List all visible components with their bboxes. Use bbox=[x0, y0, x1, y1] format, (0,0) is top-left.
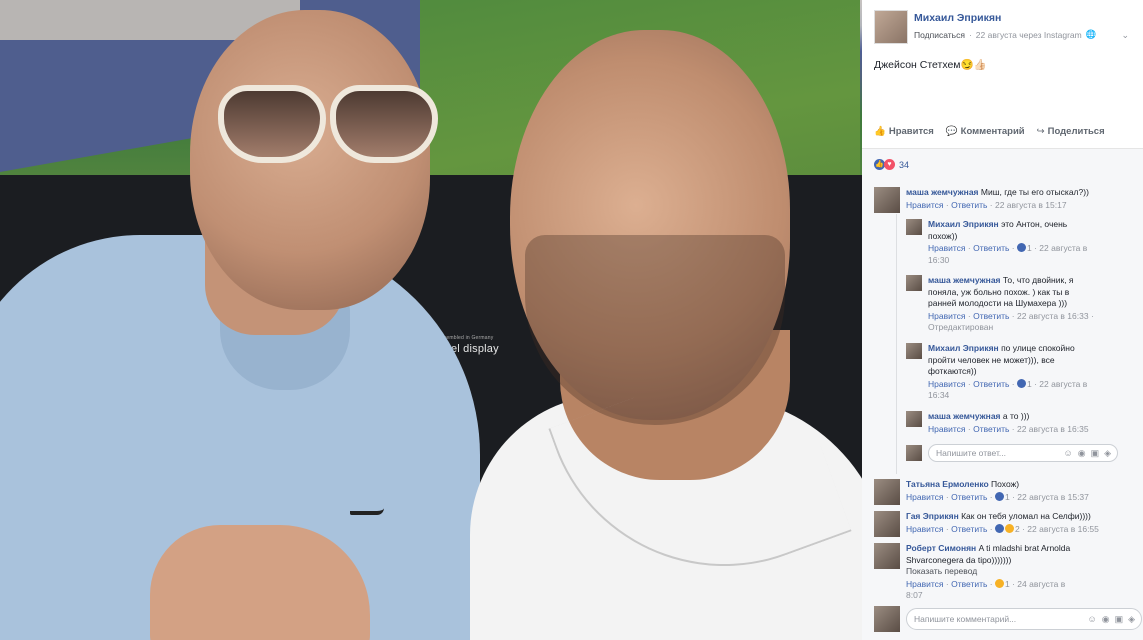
avatar bbox=[906, 445, 922, 461]
post-time[interactable]: 22 августа через Instagram bbox=[976, 30, 1082, 40]
emoji-icon[interactable]: ☺ bbox=[1064, 448, 1073, 459]
avatar[interactable] bbox=[874, 511, 900, 537]
comment-reply-link[interactable]: Ответить bbox=[973, 379, 1009, 389]
sticker-icon[interactable]: ◈ bbox=[1128, 614, 1135, 625]
comment-button[interactable]: 💬 Комментарий bbox=[946, 126, 1025, 137]
comment-author[interactable]: Роберт Симонян bbox=[906, 543, 976, 553]
comment-like-link[interactable]: Нравится bbox=[906, 579, 944, 589]
comment-time[interactable]: 22 августа в 15:17 bbox=[995, 200, 1067, 210]
comment-input[interactable]: Напишите комментарий... ☺ ◉ ▣ ◈ bbox=[906, 608, 1142, 630]
like-button[interactable]: 👍 Нравится bbox=[874, 126, 934, 137]
sunglasses-lens-right bbox=[330, 85, 438, 163]
globe-icon: 🌐 bbox=[1085, 29, 1097, 39]
sunglasses-lens-left bbox=[218, 85, 326, 163]
comment: Татьяна Ермоленко Похож) Нравится · Отве… bbox=[874, 479, 1134, 505]
reply: маша жемчужная а то ))) Нравится · Ответ… bbox=[906, 411, 1106, 435]
reply: Михаил Эприкян это Антон, очень похож)) … bbox=[906, 219, 1096, 266]
comment-author[interactable]: Михаил Эприкян bbox=[928, 343, 999, 353]
shirt-logo bbox=[350, 508, 384, 515]
avatar[interactable] bbox=[906, 219, 922, 235]
comment-author[interactable]: маша жемчужная bbox=[928, 275, 1001, 285]
comment-author[interactable]: Михаил Эприкян bbox=[928, 219, 999, 229]
haha-reaction-icon bbox=[1004, 523, 1014, 533]
comment-text: а то ))) bbox=[1002, 411, 1030, 421]
avatar[interactable] bbox=[874, 543, 900, 569]
comment-author[interactable]: Гая Эприкян bbox=[906, 511, 959, 521]
avatar[interactable] bbox=[906, 411, 922, 427]
sticker-icon[interactable]: ◈ bbox=[1104, 448, 1111, 459]
post-photo[interactable]: assembled in Germany engel display bbox=[0, 0, 862, 640]
author-avatar[interactable] bbox=[874, 10, 908, 44]
thread-line bbox=[896, 214, 897, 474]
love-reaction-icon: ♥ bbox=[884, 159, 895, 170]
comment-like-link[interactable]: Нравится bbox=[928, 311, 966, 321]
comment-like-link[interactable]: Нравится bbox=[906, 492, 944, 502]
post-text: Джейсон Стетхем😏👍🏻 bbox=[874, 59, 987, 71]
post-sidebar: Михаил Эприкян Подписаться · 22 августа … bbox=[862, 0, 1143, 640]
camera-icon[interactable]: ◉ bbox=[1078, 448, 1086, 459]
comment-reply-link[interactable]: Ответить bbox=[973, 243, 1009, 253]
comment-reply-link[interactable]: Ответить bbox=[951, 579, 987, 589]
likes-count: 34 bbox=[899, 159, 910, 170]
reply: маша жемчужная То, что двойник, я поняла… bbox=[906, 275, 1096, 334]
like-reaction-icon bbox=[994, 491, 1004, 501]
comment-like-link[interactable]: Нравится bbox=[906, 200, 944, 210]
like-reaction-icon bbox=[1016, 378, 1026, 388]
share-icon: ↪ bbox=[1036, 126, 1045, 137]
comment-reply-link[interactable]: Ответить bbox=[951, 492, 987, 502]
reply: Михаил Эприкян по улице спокойно пройти … bbox=[906, 343, 1096, 402]
avatar[interactable] bbox=[906, 343, 922, 359]
comment-text: Миш, где ты его отыскал?)) bbox=[980, 187, 1089, 197]
avatar[interactable] bbox=[874, 187, 900, 213]
chevron-down-icon[interactable]: ⌄ bbox=[1121, 30, 1129, 41]
gif-icon[interactable]: ▣ bbox=[1115, 614, 1124, 625]
comment-time[interactable]: 22 августа в 16:33 bbox=[1017, 311, 1089, 321]
comment-text: Похож) bbox=[991, 479, 1020, 489]
translate-link[interactable]: Показать перевод bbox=[906, 566, 1074, 578]
post-header: Михаил Эприкян Подписаться · 22 августа … bbox=[874, 10, 1096, 44]
comment-reply-link[interactable]: Ответить bbox=[951, 524, 987, 534]
comment-author[interactable]: Татьяна Ермоленко bbox=[906, 479, 989, 489]
comment-text: Как он тебя уломал на Селфи)))) bbox=[961, 511, 1091, 521]
edited-label[interactable]: Отредактирован bbox=[928, 322, 993, 332]
comment-icon: 💬 bbox=[945, 126, 958, 137]
reply-composer: Напишите ответ... ☺ ◉ ▣ ◈ bbox=[906, 444, 1118, 462]
comments-section: 👍 ♥ 34 маша жемчужная Миш, где ты его от… bbox=[862, 148, 1143, 640]
avatar bbox=[874, 606, 900, 632]
comment-time[interactable]: 22 августа в 15:37 bbox=[1017, 492, 1089, 502]
comment-like-link[interactable]: Нравится bbox=[928, 243, 966, 253]
comment-like-link[interactable]: Нравится bbox=[928, 379, 966, 389]
avatar[interactable] bbox=[874, 479, 900, 505]
subscribe-link[interactable]: Подписаться bbox=[914, 30, 965, 40]
camera-icon[interactable]: ◉ bbox=[1102, 614, 1110, 625]
like-reaction-icon bbox=[1016, 243, 1026, 252]
comment-reply-link[interactable]: Ответить bbox=[973, 424, 1009, 434]
share-button[interactable]: ↪ Поделиться bbox=[1037, 126, 1105, 137]
comment: маша жемчужная Миш, где ты его отыскал?)… bbox=[874, 187, 1134, 213]
comment-author[interactable]: маша жемчужная bbox=[928, 411, 1001, 421]
sunglasses bbox=[218, 85, 448, 175]
like-reaction-icon bbox=[994, 523, 1004, 533]
emoji-icon[interactable]: ☺ bbox=[1088, 614, 1097, 625]
avatar[interactable] bbox=[906, 275, 922, 291]
post-actions: 👍 Нравится 💬 Комментарий ↪ Поделиться bbox=[874, 126, 1105, 137]
gif-icon[interactable]: ▣ bbox=[1091, 448, 1100, 459]
comment-author[interactable]: маша жемчужная bbox=[906, 187, 979, 197]
author-name[interactable]: Михаил Эприкян bbox=[914, 12, 1096, 24]
haha-reaction-icon bbox=[994, 578, 1004, 588]
comment: Роберт Симонян A ti mladshi brat Arnolda… bbox=[874, 543, 1074, 602]
comment-composer: Напишите комментарий... ☺ ◉ ▣ ◈ bbox=[874, 606, 1142, 632]
comment-reply-link[interactable]: Ответить bbox=[973, 311, 1009, 321]
comment-reply-link[interactable]: Ответить bbox=[951, 200, 987, 210]
reply-input[interactable]: Напишите ответ... ☺ ◉ ▣ ◈ bbox=[928, 444, 1118, 462]
comment-like-link[interactable]: Нравится bbox=[906, 524, 944, 534]
comment-like-link[interactable]: Нравится bbox=[928, 424, 966, 434]
thumbs-up-icon: 👍 bbox=[874, 126, 886, 137]
comment-time[interactable]: 22 августа в 16:55 bbox=[1027, 524, 1099, 534]
reactions-summary[interactable]: 👍 ♥ 34 bbox=[874, 159, 909, 170]
comment: Гая Эприкян Как он тебя уломал на Селфи)… bbox=[874, 511, 1134, 537]
comment-time[interactable]: 22 августа в 16:35 bbox=[1017, 424, 1089, 434]
